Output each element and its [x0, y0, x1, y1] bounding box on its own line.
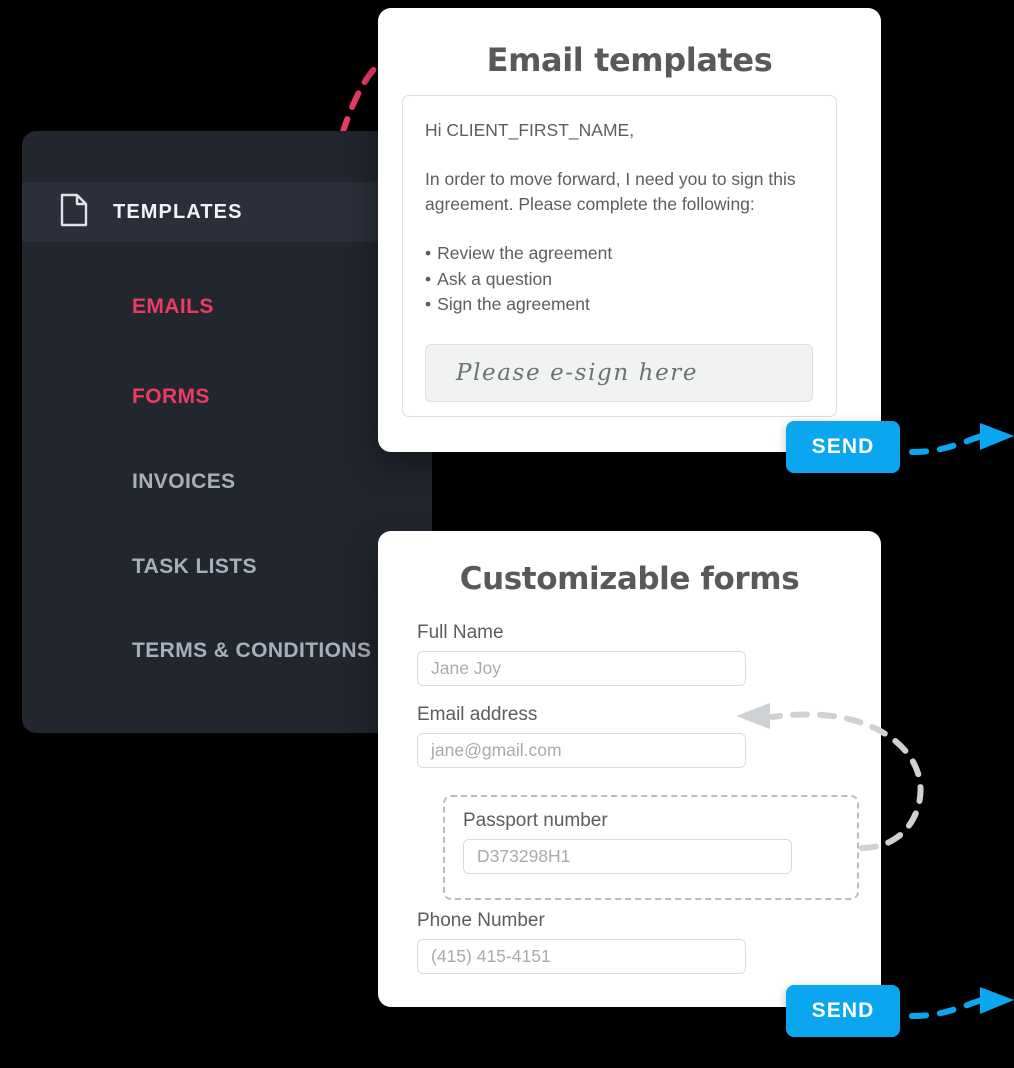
- email-address-input[interactable]: jane@gmail.com: [417, 733, 746, 768]
- page-root: TEMPLATES EMAILS FORMS INVOICES TASK LIS…: [0, 0, 1014, 1068]
- field-full-name: Full Name Jane Joy: [417, 622, 746, 686]
- field-label-phone-number: Phone Number: [417, 910, 545, 931]
- email-templates-title: Email templates: [486, 41, 773, 79]
- sidebar-item-label-invoices: INVOICES: [132, 470, 236, 493]
- sidebar-item-label-task-lists: TASK LISTS: [132, 555, 257, 578]
- e-signature-placeholder: Please e-sign here: [456, 360, 699, 386]
- field-phone-number: Phone Number (415) 415-4151: [417, 910, 746, 974]
- email-greeting: Hi CLIENT_FIRST_NAME,: [425, 120, 635, 140]
- phone-number-placeholder: (415) 415-4151: [431, 946, 551, 966]
- list-item: Sign the agreement: [425, 292, 814, 318]
- sidebar-item-task-lists[interactable]: TASK LISTS: [132, 555, 257, 579]
- field-label-email-address: Email address: [417, 704, 538, 725]
- send-email-arrow-path: [909, 433, 985, 455]
- full-name-placeholder: Jane Joy: [431, 658, 502, 678]
- email-checklist: Review the agreement Ask a question Sign…: [425, 241, 814, 318]
- send-form-button[interactable]: SEND: [786, 985, 900, 1037]
- sidebar-item-label-terms: TERMS & CONDITIONS: [132, 639, 372, 662]
- send-email-button[interactable]: SEND: [786, 421, 900, 473]
- email-body-text: In order to move forward, I need you to …: [425, 169, 796, 214]
- field-passport-number-highlighted: Passport number D373298H1: [443, 795, 859, 900]
- field-email-address: Email address jane@gmail.com: [417, 704, 746, 768]
- customizable-forms-card: Customizable forms Full Name Jane Joy Em…: [378, 531, 881, 1007]
- passport-number-placeholder: D373298H1: [477, 846, 571, 866]
- phone-number-input[interactable]: (415) 415-4151: [417, 939, 746, 974]
- sidebar-item-label-templates: TEMPLATES: [113, 200, 243, 223]
- passport-number-input[interactable]: D373298H1: [463, 839, 792, 874]
- document-icon: [60, 193, 88, 232]
- email-templates-card: Email templates Hi CLIENT_FIRST_NAME, In…: [378, 8, 881, 452]
- sidebar: TEMPLATES EMAILS FORMS INVOICES TASK LIS…: [22, 131, 432, 733]
- sidebar-item-label-forms: FORMS: [132, 385, 210, 408]
- email-address-placeholder: jane@gmail.com: [431, 740, 562, 760]
- send-email-arrowhead: [980, 423, 1014, 450]
- sidebar-item-label-emails: EMAILS: [132, 295, 214, 318]
- e-signature-field[interactable]: Please e-sign here: [425, 344, 813, 402]
- sidebar-item-terms-conditions[interactable]: TERMS & CONDITIONS: [132, 639, 371, 663]
- sidebar-item-emails[interactable]: EMAILS: [132, 295, 214, 319]
- field-label-full-name: Full Name: [417, 622, 504, 643]
- full-name-input[interactable]: Jane Joy: [417, 651, 746, 686]
- customizable-forms-title: Customizable forms: [459, 561, 800, 597]
- send-form-arrowhead: [980, 987, 1014, 1014]
- send-form-arrow-path: [909, 997, 985, 1019]
- list-item: Review the agreement: [425, 241, 814, 267]
- email-body-textarea[interactable]: Hi CLIENT_FIRST_NAME, In order to move f…: [402, 95, 837, 417]
- list-item: Ask a question: [425, 267, 814, 293]
- sidebar-item-invoices[interactable]: INVOICES: [132, 470, 236, 494]
- send-form-label: SEND: [811, 999, 875, 1022]
- sidebar-item-templates[interactable]: TEMPLATES: [22, 182, 432, 242]
- sidebar-item-forms[interactable]: FORMS: [132, 385, 210, 409]
- send-email-label: SEND: [811, 435, 875, 458]
- field-label-passport-number: Passport number: [463, 810, 608, 831]
